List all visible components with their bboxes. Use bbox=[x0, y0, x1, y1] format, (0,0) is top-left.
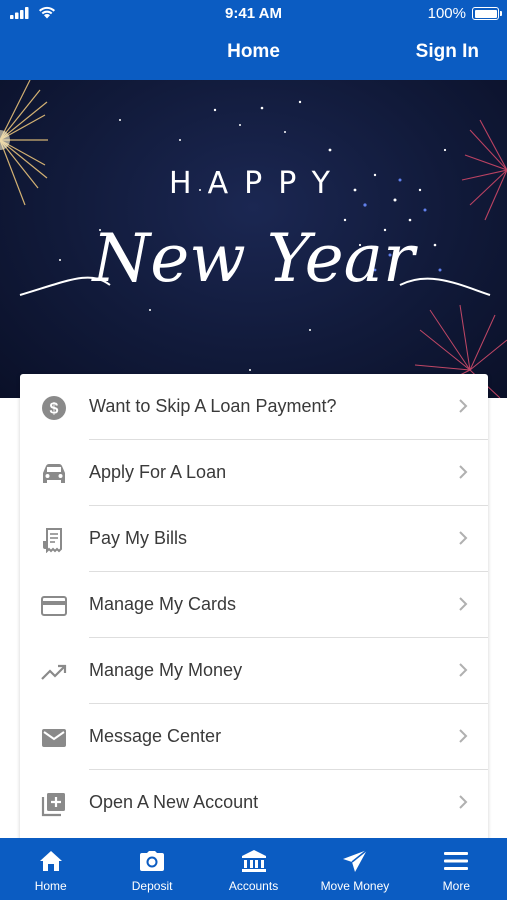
tab-more[interactable]: More bbox=[406, 838, 507, 900]
status-right: 100% bbox=[427, 5, 502, 22]
tab-accounts[interactable]: Accounts bbox=[203, 838, 304, 900]
chevron-right-icon bbox=[458, 528, 468, 548]
menu-item-message-center[interactable]: Message Center bbox=[20, 704, 488, 770]
chevron-right-icon bbox=[458, 660, 468, 680]
svg-text:$: $ bbox=[50, 401, 59, 418]
banner-new-year-text: New Year bbox=[92, 220, 415, 297]
tab-label: More bbox=[442, 879, 470, 893]
menu-item-manage-money[interactable]: Manage My Money bbox=[20, 638, 488, 704]
hamburger-icon bbox=[443, 848, 469, 874]
menu-item-label: Manage My Cards bbox=[89, 594, 237, 614]
chevron-right-icon bbox=[458, 594, 468, 614]
menu-item-label: Manage My Money bbox=[89, 660, 243, 680]
menu-item-label: Pay My Bills bbox=[89, 528, 188, 548]
banner-happy-text: HAPPY bbox=[169, 166, 346, 201]
menu-item-label: Open A New Account bbox=[89, 792, 259, 812]
envelope-icon bbox=[40, 724, 68, 752]
tab-deposit[interactable]: Deposit bbox=[101, 838, 202, 900]
tab-label: Accounts bbox=[228, 879, 279, 893]
trending-up-icon bbox=[40, 658, 68, 686]
tab-home[interactable]: Home bbox=[0, 838, 101, 900]
paper-plane-icon bbox=[342, 848, 368, 874]
chevron-right-icon bbox=[458, 462, 468, 482]
sign-in-button[interactable]: Sign In bbox=[416, 41, 479, 63]
receipt-icon bbox=[40, 526, 68, 554]
chevron-right-icon bbox=[458, 726, 468, 746]
tab-bar: Home Deposit Accounts Move Money More bbox=[0, 838, 507, 900]
app-header: 9:41 AM 100% Home Sign In bbox=[0, 0, 507, 80]
dollar-circle-icon: $ bbox=[40, 394, 68, 422]
menu-item-open-new-account[interactable]: Open A New Account bbox=[20, 770, 488, 836]
menu-item-apply-for-loan[interactable]: Apply For A Loan bbox=[20, 440, 488, 506]
car-icon bbox=[40, 460, 68, 488]
menu-item-pay-bills[interactable]: Pay My Bills bbox=[20, 506, 488, 572]
chevron-right-icon bbox=[458, 792, 468, 812]
tab-label: Home bbox=[34, 879, 67, 893]
battery-percent: 100% bbox=[427, 5, 466, 22]
status-bar: 9:41 AM 100% bbox=[0, 0, 507, 30]
battery-icon bbox=[472, 7, 502, 20]
menu-item-skip-loan-payment[interactable]: $ Want to Skip A Loan Payment? bbox=[20, 374, 488, 440]
tab-label: Deposit bbox=[131, 879, 173, 893]
menu-item-label: Want to Skip A Loan Payment? bbox=[89, 396, 337, 416]
chevron-right-icon bbox=[458, 396, 468, 416]
credit-card-icon bbox=[40, 592, 68, 620]
home-icon bbox=[39, 848, 63, 874]
menu-item-label: Apply For A Loan bbox=[89, 462, 227, 482]
tab-move-money[interactable]: Move Money bbox=[304, 838, 405, 900]
bank-icon bbox=[241, 848, 267, 874]
add-box-icon bbox=[40, 790, 68, 818]
tab-label: Move Money bbox=[320, 879, 390, 893]
menu-item-manage-cards[interactable]: Manage My Cards bbox=[20, 572, 488, 638]
camera-icon bbox=[139, 848, 165, 874]
new-year-banner: HAPPY New Year bbox=[0, 80, 507, 398]
menu-item-label: Message Center bbox=[89, 726, 222, 746]
menu-card: $ Want to Skip A Loan Payment? Apply For… bbox=[20, 374, 488, 844]
